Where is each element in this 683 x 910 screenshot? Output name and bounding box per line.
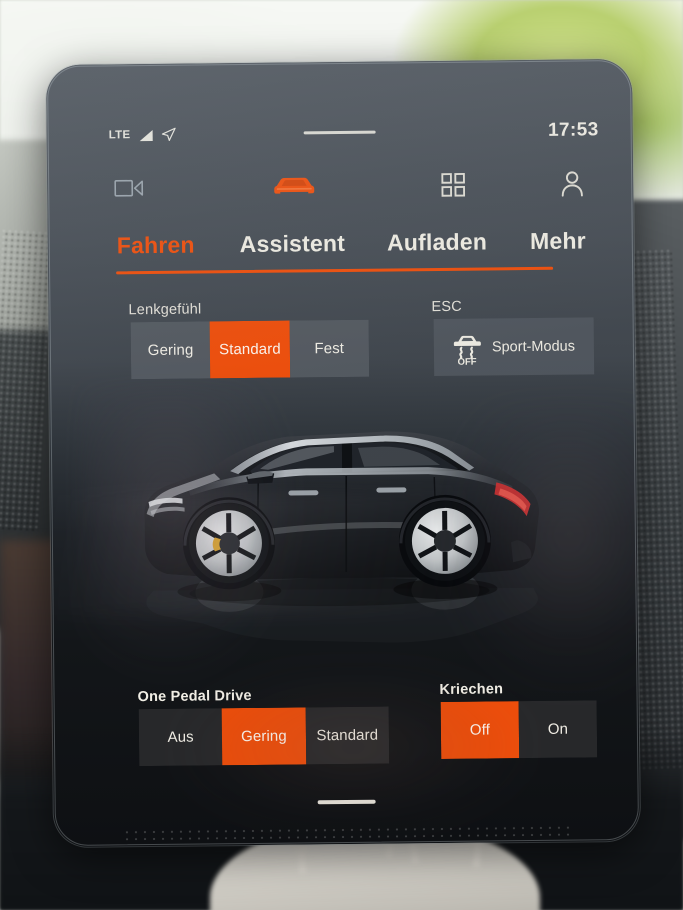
opd-option-gering[interactable]: Gering	[221, 707, 306, 766]
person-profile-icon	[561, 171, 583, 197]
esc-sport-mode-button[interactable]: OFF Sport-Modus	[433, 317, 595, 377]
grid-apps-icon	[441, 172, 466, 197]
navigation-arrow-icon	[161, 127, 176, 142]
tab-fahren[interactable]: Fahren	[117, 231, 195, 259]
tab-active-underline	[116, 266, 554, 274]
photo-of-car-infotainment-screen: LTE 17:53 Fahren Assistent Aufladen Mehr…	[0, 0, 683, 910]
status-left-group: LTE	[109, 127, 177, 144]
apps-icon-button[interactable]	[429, 172, 477, 198]
creep-option-off[interactable]: Off	[440, 701, 520, 759]
steering-option-gering[interactable]: Gering	[130, 321, 211, 380]
svg-text:OFF: OFF	[457, 356, 476, 365]
screen-surface: LTE 17:53 Fahren Assistent Aufladen Mehr…	[45, 58, 641, 848]
esc-off-icon: OFF	[453, 335, 481, 365]
car-illustration	[127, 390, 560, 674]
steering-feel-label: Lenkgefühl	[128, 301, 202, 319]
media-icon-button[interactable]	[105, 178, 153, 199]
tab-mehr[interactable]: Mehr	[530, 227, 586, 255]
media-screen-icon	[114, 179, 144, 197]
main-tab-bar: Fahren Assistent Aufladen Mehr	[48, 217, 634, 269]
opd-option-standard[interactable]: Standard	[305, 706, 390, 765]
car-front-icon	[274, 177, 315, 194]
drag-handle[interactable]	[303, 130, 376, 135]
creep-label: Kriechen	[439, 681, 504, 699]
steering-option-standard[interactable]: Standard	[209, 320, 290, 379]
steering-option-fest[interactable]: Fest	[289, 319, 370, 378]
network-label: LTE	[108, 129, 131, 142]
bezel-dust-speckles	[123, 823, 575, 841]
creep-segmented-control: Off On	[440, 700, 598, 759]
one-pedal-drive-segmented-control: Aus Gering Standard	[138, 706, 390, 767]
one-pedal-drive-label: One Pedal Drive	[137, 687, 252, 706]
polestar-2-side-view-graphic	[144, 431, 539, 643]
status-bar: LTE 17:53	[47, 115, 633, 151]
infotainment-tablet: LTE 17:53 Fahren Assistent Aufladen Mehr…	[45, 58, 641, 848]
esc-label: ESC	[431, 298, 462, 316]
home-indicator-bar[interactable]	[317, 799, 376, 805]
creep-option-on[interactable]: On	[518, 700, 598, 759]
opd-option-aus[interactable]: Aus	[138, 708, 223, 767]
profile-icon-button[interactable]	[549, 170, 595, 197]
clock: 17:53	[547, 119, 599, 141]
top-icon-bar	[47, 159, 633, 213]
esc-sport-mode-label: Sport-Modus	[491, 338, 575, 355]
signal-bars-icon	[139, 129, 153, 141]
tab-aufladen[interactable]: Aufladen	[387, 228, 487, 256]
steering-feel-segmented-control: Gering Standard Fest	[130, 319, 370, 380]
car-icon-button[interactable]	[265, 174, 323, 199]
tab-assistent[interactable]: Assistent	[240, 229, 346, 257]
